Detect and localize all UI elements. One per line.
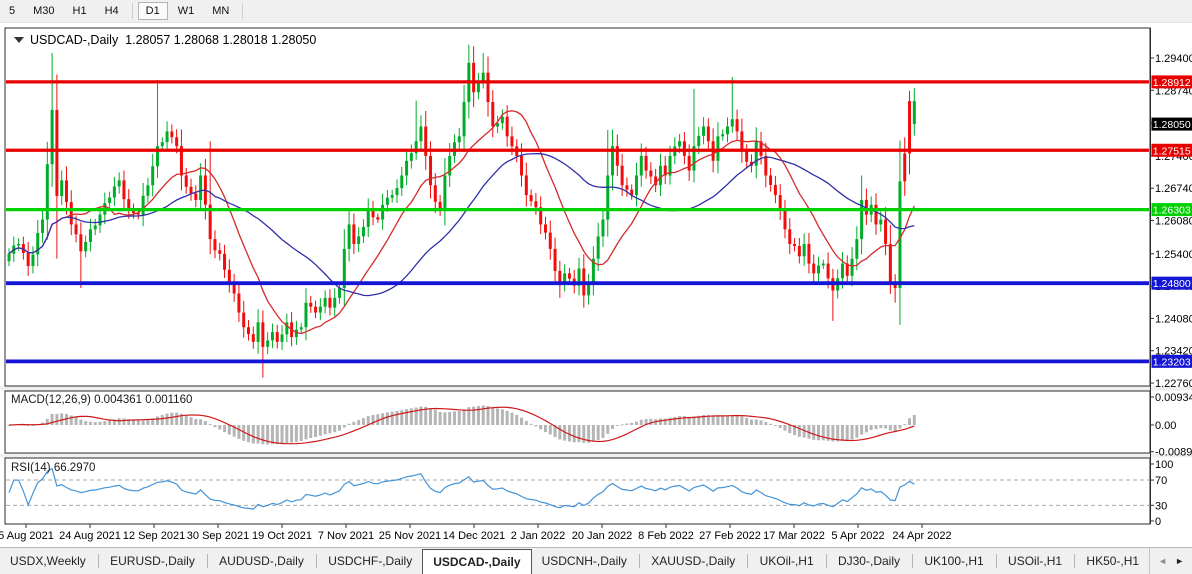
svg-text:7 Nov 2021: 7 Nov 2021: [318, 530, 374, 542]
tab-scroll-left-icon[interactable]: ◄: [1158, 557, 1167, 566]
tab-audusd-daily[interactable]: AUDUSD-,Daily: [209, 548, 314, 574]
date-axis: 5 Aug 2021 24 Aug 202112 Sep 202130 Sep 2…: [0, 524, 952, 542]
tab-ukoil-h1[interactable]: UKOil-,H1: [750, 548, 824, 574]
chart-tab-bar: USDX,Weekly EURUSD-,Daily AUDUSD-,Daily …: [0, 547, 1192, 574]
svg-text:12 Sep 2021: 12 Sep 2021: [123, 530, 185, 542]
rsi-indicator-label: RSI(14) 66.2970: [11, 462, 95, 474]
price-level-badge: 1.26303: [1152, 203, 1192, 217]
svg-text:1.26080: 1.26080: [1155, 216, 1192, 228]
panel-chrome: [0, 28, 1192, 524]
svg-text:24 Apr 2022: 24 Apr 2022: [892, 530, 951, 542]
tab-eurusd-daily[interactable]: EURUSD-,Daily: [100, 548, 205, 574]
svg-text:8 Feb 2022: 8 Feb 2022: [638, 530, 694, 542]
svg-text:1.25400: 1.25400: [1155, 249, 1192, 261]
rsi-axis: 100 70 30 0: [1150, 459, 1173, 528]
svg-text:14 Dec 2021: 14 Dec 2021: [443, 530, 505, 542]
tab-usdx-weekly[interactable]: USDX,Weekly: [0, 548, 96, 574]
svg-text:-0.008902: -0.008902: [1155, 447, 1192, 459]
macd-indicator-label: MACD(12,26,9) 0.004361 0.001160: [11, 394, 192, 406]
svg-text:5 Aug 2021: 5 Aug 2021: [0, 530, 54, 542]
tab-hk50-h1[interactable]: HK50-,H1: [1076, 548, 1149, 574]
tab-usoil-h1[interactable]: USOil-,H1: [998, 548, 1072, 574]
macd-axis: 0.009345 0.00 -0.008902: [1150, 392, 1192, 459]
price-level-badge: 1.24800: [1152, 277, 1192, 291]
svg-text:20 Jan 2022: 20 Jan 2022: [572, 530, 633, 542]
svg-text:2 Jan 2022: 2 Jan 2022: [511, 530, 565, 542]
svg-text:100: 100: [1155, 459, 1173, 471]
svg-text:0.009345: 0.009345: [1155, 392, 1192, 404]
svg-text:24 Aug 2021: 24 Aug 2021: [59, 530, 121, 542]
svg-text:30: 30: [1155, 500, 1167, 512]
price-level-badge: 1.27515: [1152, 144, 1192, 158]
svg-text:70: 70: [1155, 475, 1167, 487]
svg-text:1.28912: 1.28912: [1153, 77, 1191, 89]
tab-usdchf-daily[interactable]: USDCHF-,Daily: [318, 548, 422, 574]
tab-uk100-h1[interactable]: UK100-,H1: [914, 548, 993, 574]
tab-scroll-arrows: ◄ ►: [1149, 548, 1192, 574]
svg-text:1.29400: 1.29400: [1155, 53, 1192, 65]
svg-text:1.22760: 1.22760: [1155, 378, 1192, 390]
svg-text:1.28050: 1.28050: [1153, 119, 1191, 131]
svg-text:1.26303: 1.26303: [1153, 205, 1191, 217]
svg-text:25 Nov 2021: 25 Nov 2021: [379, 530, 441, 542]
mt4-window: { "toolbar": { "timeframes": ["5", "M30"…: [0, 0, 1192, 573]
svg-text:1.23203: 1.23203: [1153, 356, 1191, 368]
chart-area[interactable]: 1.294001.287401.280701.274001.267401.260…: [0, 0, 1192, 547]
price-level-badge: 1.28912: [1152, 75, 1192, 89]
svg-text:1.26740: 1.26740: [1155, 183, 1192, 195]
tab-usdcnh-daily[interactable]: USDCNH-,Daily: [532, 548, 637, 574]
svg-text:1.24800: 1.24800: [1153, 278, 1191, 290]
tab-scroll-right-icon[interactable]: ►: [1175, 557, 1184, 566]
svg-text:30 Sep 2021: 30 Sep 2021: [187, 530, 249, 542]
chart-title-ohlc: USDCAD-,Daily 1.28057 1.28068 1.28018 1.…: [30, 33, 316, 47]
tab-usdcad-daily[interactable]: USDCAD-,Daily: [422, 549, 531, 574]
svg-text:17 Mar 2022: 17 Mar 2022: [763, 530, 825, 542]
svg-text:5 Apr 2022: 5 Apr 2022: [831, 530, 884, 542]
tab-xauusd-daily[interactable]: XAUUSD-,Daily: [641, 548, 745, 574]
svg-text:0: 0: [1155, 516, 1161, 528]
svg-text:1.24080: 1.24080: [1155, 313, 1192, 325]
svg-text:1.27515: 1.27515: [1153, 145, 1191, 157]
svg-text:27 Feb 2022: 27 Feb 2022: [699, 530, 761, 542]
tab-dj30-daily[interactable]: DJ30-,Daily: [828, 548, 910, 574]
svg-text:19 Oct 2021: 19 Oct 2021: [252, 530, 312, 542]
price-level-badge: 1.23203: [1152, 355, 1192, 369]
svg-text:0.00: 0.00: [1155, 420, 1176, 432]
price-axis: 1.294001.287401.280701.274001.267401.260…: [1150, 53, 1192, 390]
current-price-badge: 1.28050: [1152, 118, 1192, 132]
